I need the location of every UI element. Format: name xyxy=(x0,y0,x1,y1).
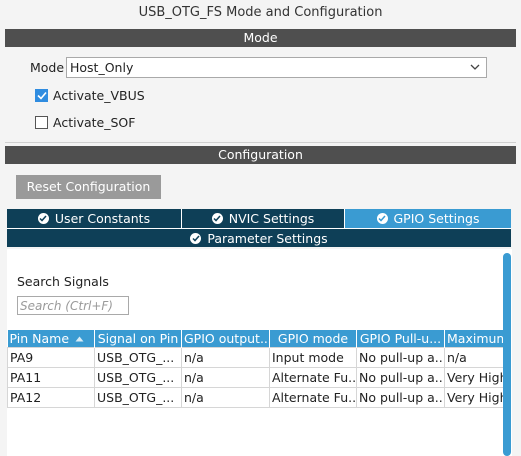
check-circle-icon xyxy=(376,213,388,224)
table-header-row: Pin Name Signal on Pin GPIO output... GP… xyxy=(7,330,504,347)
tab-nvic-settings[interactable]: NVIC Settings xyxy=(182,209,345,228)
cell-signal: USB_OTG_... xyxy=(94,346,182,368)
configuration-section-header: Configuration xyxy=(5,146,516,164)
cell-gpio-mode: Input mode xyxy=(269,346,357,368)
cell-gpio-output: n/a xyxy=(181,366,270,388)
section-divider xyxy=(5,142,516,143)
mode-section-header: Mode xyxy=(5,29,516,47)
column-header-signal-on-pin[interactable]: Signal on Pin xyxy=(94,330,182,347)
activate-sof-label: Activate_SOF xyxy=(53,114,136,130)
tab-label: User Constants xyxy=(54,211,151,226)
search-signals-label: Search Signals xyxy=(17,274,109,289)
cell-gpio-mode: Alternate Fu... xyxy=(269,366,357,388)
tab-label: GPIO Settings xyxy=(393,211,480,226)
activate-sof-checkbox[interactable] xyxy=(35,115,48,129)
cell-maximum: Very High xyxy=(444,366,504,388)
cell-pin-name: PA12 xyxy=(7,386,95,408)
cell-gpio-output: n/a xyxy=(181,346,270,368)
window-title: USB_OTG_FS Mode and Configuration xyxy=(138,5,383,20)
column-header-pin-name[interactable]: Pin Name xyxy=(7,330,95,347)
mode-label: Mode xyxy=(30,60,65,75)
gpio-pin-table: Pin Name Signal on Pin GPIO output... GP… xyxy=(7,330,504,408)
tab-parameter-settings[interactable]: Parameter Settings xyxy=(7,228,511,247)
reset-configuration-button[interactable]: Reset Configuration xyxy=(16,175,161,199)
cell-pin-name: PA9 xyxy=(7,346,95,368)
checkmark-icon xyxy=(36,91,47,100)
activate-vbus-label: Activate_VBUS xyxy=(53,87,145,103)
table-row[interactable]: PA9 USB_OTG_... n/a Input mode No pull-u… xyxy=(7,346,504,368)
mode-select-value: Host_Only xyxy=(70,60,134,75)
search-signals-input[interactable] xyxy=(17,296,129,315)
cell-signal: USB_OTG_... xyxy=(94,386,182,408)
tab-label: NVIC Settings xyxy=(228,211,315,226)
cell-maximum: n/a xyxy=(444,346,504,368)
vertical-scrollbar[interactable] xyxy=(503,253,511,456)
cell-gpio-pull: No pull-up a... xyxy=(356,366,445,388)
cell-gpio-pull: No pull-up a... xyxy=(356,386,445,408)
check-circle-icon xyxy=(37,213,49,224)
column-header-maximum[interactable]: Maximum xyxy=(444,330,504,347)
check-circle-icon xyxy=(211,213,223,224)
activate-vbus-checkbox-row[interactable]: Activate_VBUS xyxy=(35,87,145,103)
tab-label: Parameter Settings xyxy=(207,230,328,246)
activate-vbus-checkbox[interactable] xyxy=(35,88,48,102)
check-circle-icon xyxy=(190,232,202,244)
tab-gpio-settings[interactable]: GPIO Settings xyxy=(345,209,511,228)
cell-gpio-output: n/a xyxy=(181,386,270,408)
cell-gpio-pull: No pull-up a... xyxy=(356,346,445,368)
column-header-gpio-pull[interactable]: GPIO Pull-u... xyxy=(356,330,445,347)
table-row[interactable]: PA12 USB_OTG_... n/a Alternate Fu... No … xyxy=(7,386,504,408)
table-row[interactable]: PA11 USB_OTG_... n/a Alternate Fu... No … xyxy=(7,366,504,388)
cell-signal: USB_OTG_... xyxy=(94,366,182,388)
column-header-gpio-mode[interactable]: GPIO mode xyxy=(269,330,357,347)
column-header-gpio-output[interactable]: GPIO output... xyxy=(181,330,270,347)
cell-pin-name: PA11 xyxy=(7,366,95,388)
tab-user-constants[interactable]: User Constants xyxy=(7,209,182,228)
mode-select[interactable]: Host_Only xyxy=(66,57,487,78)
chevron-down-icon xyxy=(470,64,480,70)
cell-maximum: Very High xyxy=(444,386,504,408)
cell-gpio-mode: Alternate Fu... xyxy=(269,386,357,408)
sort-ascending-icon xyxy=(75,336,84,342)
activate-sof-checkbox-row[interactable]: Activate_SOF xyxy=(35,114,135,130)
